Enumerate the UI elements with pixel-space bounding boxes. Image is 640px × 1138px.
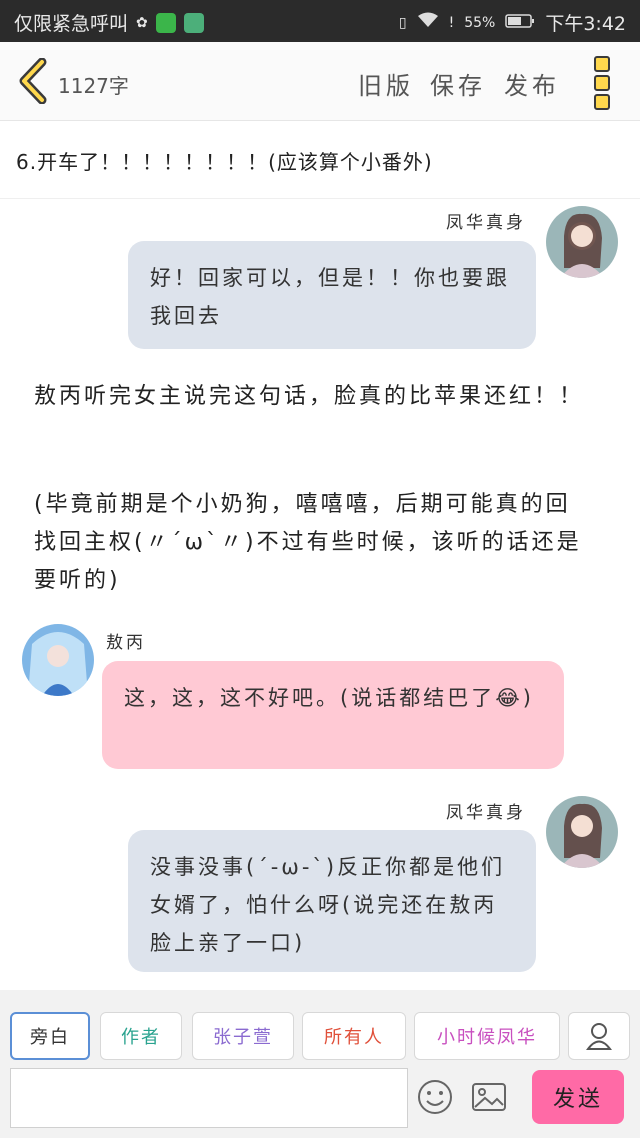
notification-icon: ✿ (136, 14, 148, 31)
person-icon (586, 1023, 612, 1050)
more-menu-icon[interactable] (594, 56, 614, 110)
emoji-icon[interactable] (416, 1078, 454, 1116)
status-bar: 仅限紧急呼叫 ✿ ▯ ! 55% 下午3:42 (0, 0, 640, 42)
image-icon[interactable] (470, 1078, 508, 1116)
battery-percent: 55% (464, 14, 496, 31)
avatar[interactable] (546, 206, 618, 278)
vibrate-icon: ▯ (398, 14, 407, 31)
wifi-icon (417, 11, 439, 34)
battery-icon (505, 12, 535, 34)
save-button[interactable]: 保存 (430, 66, 486, 101)
reader-app-icon (183, 12, 204, 33)
role-chip-author[interactable]: 作者 (100, 1012, 182, 1060)
narration-text[interactable]: 敖丙听完女主说完这句话，脸真的比苹果还红！！ (34, 378, 594, 416)
old-version-button[interactable]: 旧版 (358, 66, 414, 101)
chat-bubble[interactable]: 好！回家可以，但是！！你也要跟我回去 (128, 241, 536, 349)
narration-text[interactable]: (毕竟前期是个小奶狗，嘻嘻嘻，后期可能真的回找回主权(〃´ω`〃)不过有些时候，… (34, 486, 594, 600)
divider (0, 198, 640, 199)
role-chip-narrator[interactable]: 旁白 (10, 1012, 90, 1060)
chapter-title[interactable]: 6.开车了！！！！！！！！(应该算个小番外) (16, 146, 433, 175)
chat-bubble[interactable]: 这，这，这不好吧。(说话都结巴了😂) (102, 661, 564, 769)
role-chip-character[interactable]: 张子萱 (192, 1012, 294, 1060)
video-app-icon (155, 12, 176, 33)
clock: 下午3:42 (545, 13, 626, 35)
speaker-name: 凤华真身 (446, 213, 526, 233)
back-chevron-icon[interactable] (16, 57, 52, 105)
alert-icon: ! (448, 14, 455, 31)
word-count: 1127字 (58, 74, 129, 98)
speaker-name: 敖丙 (106, 633, 146, 653)
chat-bubble[interactable]: 没事没事(´-ω-`)反正你都是他们女婿了，怕什么呀(说完还在敖丙脸上亲了一口) (128, 830, 536, 972)
composer-bar: 旁白 作者 张子萱 所有人 小时候凤华 发送 (0, 990, 640, 1138)
message-input[interactable] (10, 1068, 408, 1128)
speaker-name: 凤华真身 (446, 803, 526, 823)
add-role-button[interactable] (568, 1012, 630, 1060)
publish-button[interactable]: 发布 (504, 66, 560, 101)
role-chip-everyone[interactable]: 所有人 (302, 1012, 406, 1060)
avatar[interactable] (546, 796, 618, 868)
role-chip-character[interactable]: 小时候凤华 (414, 1012, 560, 1060)
editor-header: 1127字 旧版 保存 发布 (0, 42, 640, 121)
avatar[interactable] (22, 624, 94, 696)
send-button[interactable]: 发送 (532, 1070, 624, 1124)
carrier-text: 仅限紧急呼叫 (14, 13, 129, 35)
